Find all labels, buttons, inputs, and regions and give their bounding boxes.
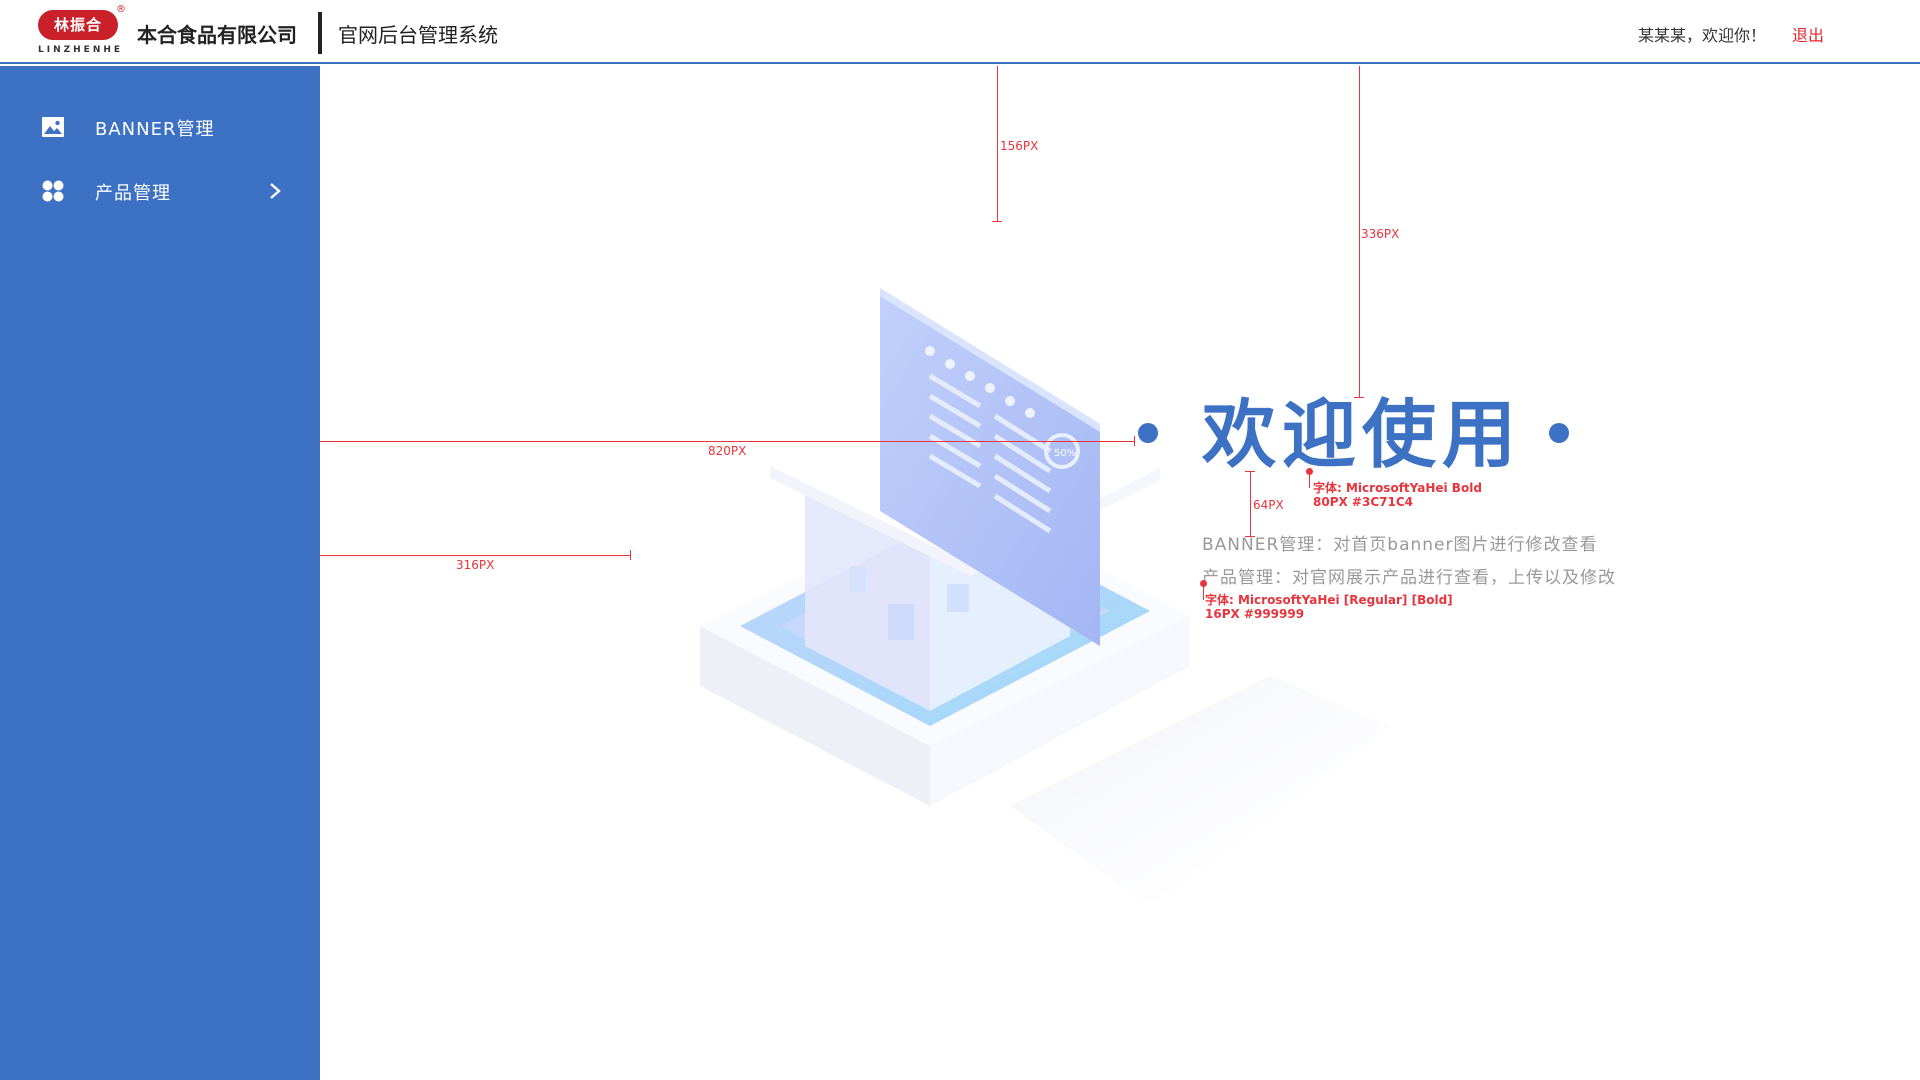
user-greeting: 某某某，欢迎你！ bbox=[1638, 26, 1767, 45]
annotation-tick bbox=[1354, 397, 1364, 398]
desc-products: 产品管理：对官网展示产品进行查看，上传以及修改 bbox=[1202, 568, 1616, 588]
sidebar-item-products[interactable]: 产品管理 bbox=[0, 159, 320, 223]
annotation-left-gap-illus: 316PX bbox=[456, 558, 495, 572]
annotation-line bbox=[1309, 472, 1310, 488]
annotation-line bbox=[320, 441, 1135, 442]
sidebar-item-banner[interactable]: BANNER管理 bbox=[0, 95, 320, 159]
annotation-title-font-2: 80PX #3C71C4 bbox=[1313, 495, 1413, 509]
system-name: 官网后台管理系统 bbox=[338, 23, 498, 47]
image-icon bbox=[42, 117, 64, 137]
sidebar: BANNER管理 产品管理 bbox=[0, 66, 320, 1080]
header-divider bbox=[318, 12, 322, 54]
annotation-title-desc-gap: 64PX bbox=[1253, 498, 1284, 512]
annotation-tick bbox=[1245, 536, 1255, 537]
annotation-tick bbox=[1134, 436, 1135, 446]
annotation-top-gap-2: 336PX bbox=[1361, 227, 1400, 241]
annotation-line bbox=[997, 66, 998, 222]
title-dot-right bbox=[1549, 423, 1569, 443]
company-logo[interactable]: 林振合 ® LINZHENHE bbox=[38, 4, 126, 56]
sidebar-item-label: BANNER管理 bbox=[95, 119, 215, 140]
annotation-line bbox=[1359, 66, 1360, 398]
welcome-title: 欢迎使用 bbox=[1202, 392, 1522, 478]
annotation-tick bbox=[1245, 471, 1255, 472]
annotation-desc-font-1: 字体: MicrosoftYaHei [Regular] [Bold] bbox=[1205, 593, 1453, 607]
annotation-title-font-1: 字体: MicrosoftYaHei Bold bbox=[1313, 481, 1482, 495]
desc-banner: BANNER管理：对首页banner图片进行修改查看 bbox=[1202, 535, 1598, 555]
illustration-percent: 50% bbox=[1054, 448, 1076, 459]
annotation-tick bbox=[630, 550, 631, 560]
logo-badge: 林振合 bbox=[38, 10, 118, 40]
annotation-line bbox=[1203, 584, 1204, 600]
logo-registered-mark: ® bbox=[116, 4, 126, 15]
sidebar-item-label: 产品管理 bbox=[95, 183, 171, 204]
annotation-line bbox=[1250, 471, 1251, 537]
annotation-top-gap-1: 156PX bbox=[1000, 139, 1039, 153]
main-content: 50% 欢迎使用 BANNER管理：对首页banner图片进行修改查看 产品管理… bbox=[320, 66, 1920, 1080]
annotation-line bbox=[320, 555, 631, 556]
chevron-right-icon[interactable] bbox=[268, 181, 282, 201]
annotation-desc-font-2: 16PX #999999 bbox=[1205, 607, 1305, 621]
top-header: 林振合 ® LINZHENHE 本合食品有限公司 官网后台管理系统 某某某，欢迎… bbox=[0, 0, 1920, 64]
annotation-left-gap-title: 820PX bbox=[708, 444, 747, 458]
annotation-tick bbox=[992, 221, 1002, 222]
logo-english-name: LINZHENHE bbox=[38, 45, 124, 55]
grid-dots-icon bbox=[42, 180, 64, 202]
logout-button[interactable]: 退出 bbox=[1792, 22, 1824, 46]
company-name: 本合食品有限公司 bbox=[137, 23, 297, 47]
title-dot-left bbox=[1138, 423, 1158, 443]
